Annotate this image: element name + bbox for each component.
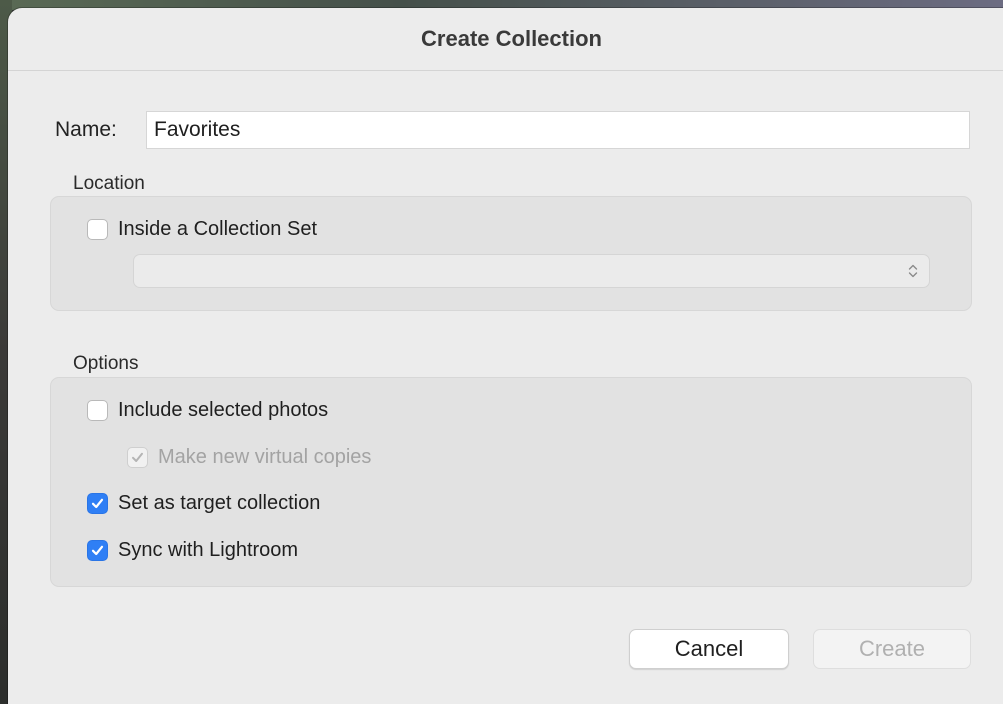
- set-as-target-collection-checkbox[interactable]: [87, 493, 108, 514]
- location-heading: Location: [73, 173, 145, 194]
- include-selected-photos-label: Include selected photos: [118, 399, 329, 421]
- include-selected-photos-checkbox[interactable]: [87, 400, 108, 421]
- dialog-titlebar: Create Collection: [8, 8, 1003, 71]
- set-as-target-collection-row[interactable]: Set as target collection: [87, 492, 320, 515]
- make-new-virtual-copies-checkbox: [127, 447, 148, 468]
- inside-collection-set-checkbox-row[interactable]: Inside a Collection Set: [87, 218, 317, 241]
- sync-with-lightroom-checkbox[interactable]: [87, 540, 108, 561]
- set-as-target-collection-label: Set as target collection: [118, 492, 321, 514]
- checkmark-icon: [132, 452, 143, 462]
- sync-with-lightroom-row[interactable]: Sync with Lightroom: [87, 539, 298, 562]
- make-new-virtual-copies-row: Make new virtual copies: [127, 446, 371, 469]
- make-new-virtual-copies-label: Make new virtual copies: [158, 446, 372, 468]
- up-down-chevron-icon: [908, 264, 918, 278]
- inside-collection-set-label: Inside a Collection Set: [118, 218, 318, 240]
- options-heading: Options: [73, 353, 139, 374]
- name-label: Name:: [55, 118, 117, 141]
- options-group: Include selected photos Make new virtual…: [50, 377, 972, 587]
- cancel-button[interactable]: Cancel: [629, 629, 789, 669]
- inside-collection-set-checkbox[interactable]: [87, 219, 108, 240]
- sync-with-lightroom-label: Sync with Lightroom: [118, 539, 299, 561]
- create-collection-dialog: Create Collection Name: Location Inside …: [8, 8, 1003, 704]
- location-group: Inside a Collection Set: [50, 196, 972, 311]
- name-input[interactable]: [146, 111, 970, 149]
- checkmark-icon: [91, 498, 104, 509]
- collection-set-select[interactable]: [133, 254, 930, 288]
- checkmark-icon: [91, 545, 104, 556]
- include-selected-photos-row[interactable]: Include selected photos: [87, 399, 328, 422]
- create-button[interactable]: Create: [813, 629, 971, 669]
- dialog-title: Create Collection: [421, 26, 602, 51]
